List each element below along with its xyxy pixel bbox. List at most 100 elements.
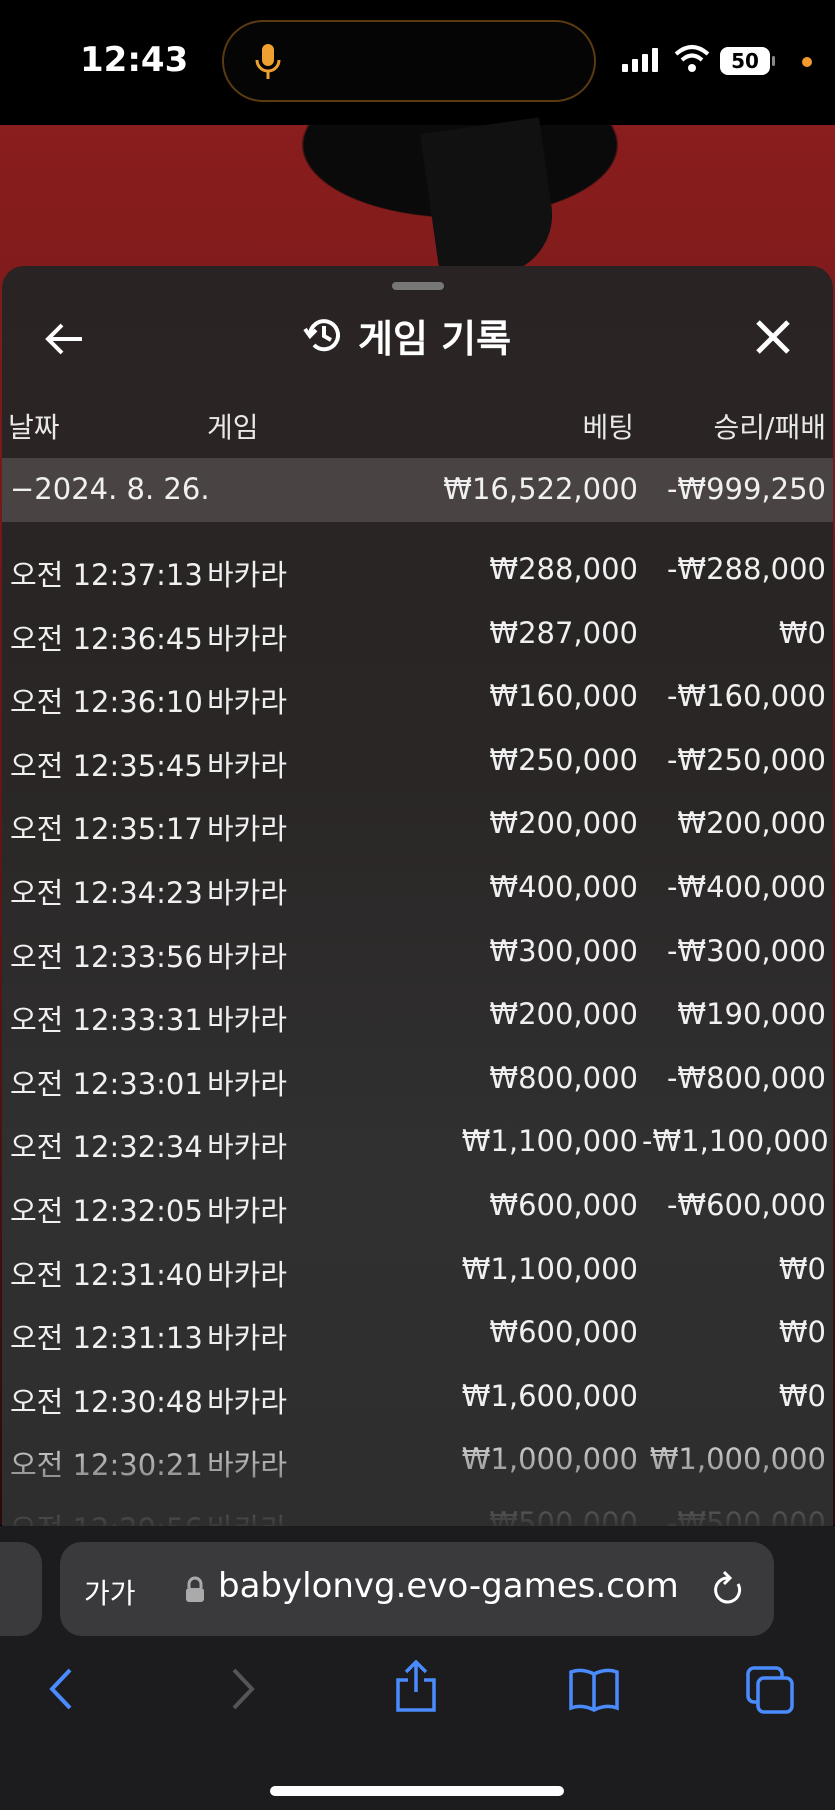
history-row-result: ₩0: [778, 1378, 826, 1413]
history-icon: [303, 319, 340, 352]
reload-icon[interactable]: [710, 1570, 746, 1608]
chevron-left-icon[interactable]: [46, 1666, 76, 1712]
history-row-result: -₩600,000: [666, 1188, 826, 1222]
history-row-game: 바카라: [207, 1066, 288, 1101]
history-row-bet: ₩1,100,000: [461, 1251, 638, 1286]
history-row-time: 오전 12:33:01: [10, 1066, 203, 1101]
history-row-game: 바카라: [207, 876, 288, 910]
history-row-game: 바카라: [207, 621, 288, 656]
battery-level: 50: [720, 47, 770, 75]
drag-handle[interactable]: [392, 282, 444, 290]
sheet-title: 게임 기록: [302, 310, 512, 361]
history-row-game: 바카라: [207, 685, 288, 720]
scroll-fade: [2, 1426, 833, 1526]
history-row-time: 오전 12:31:13: [10, 1321, 203, 1356]
history-row-time: 오전 12:32:05: [10, 1194, 203, 1228]
lock-icon: [186, 1576, 204, 1602]
wifi-icon: [674, 45, 710, 72]
tabs-icon[interactable]: [746, 1666, 796, 1714]
history-row[interactable]: 오전 12:30:48 바카라 ₩1,600,000 ₩0: [2, 1371, 833, 1431]
history-row-time: 오전 12:37:13: [10, 558, 203, 592]
history-row-result: -₩400,000: [666, 870, 826, 904]
history-row-bet: ₩250,000: [489, 742, 638, 777]
history-row-bet: ₩160,000: [489, 679, 638, 714]
history-row[interactable]: 오전 12:33:56 바카라 ₩300,000 -₩300,000: [2, 926, 833, 986]
history-row-bet: ₩288,000: [489, 552, 638, 586]
date-group-result-total: -₩999,250: [666, 472, 826, 506]
history-row-bet: ₩200,000: [489, 997, 638, 1032]
history-row[interactable]: 오전 12:37:13 바카라 ₩288,000 -₩288,000: [2, 544, 833, 604]
history-row[interactable]: 오전 12:31:40 바카라 ₩1,100,000 ₩0: [2, 1244, 833, 1304]
close-icon[interactable]: [750, 314, 796, 360]
column-header-date[interactable]: 날짜: [8, 406, 60, 446]
history-row-result: -₩250,000: [666, 742, 826, 777]
arrow-left-icon[interactable]: [42, 316, 88, 362]
history-row-time: 오전 12:36:45: [10, 621, 203, 656]
history-row-result: -₩160,000: [666, 679, 826, 714]
history-row-result: -₩1,100,000: [642, 1124, 829, 1159]
history-row-result: ₩190,000: [677, 997, 826, 1032]
chevron-right-icon[interactable]: [228, 1666, 258, 1712]
history-row-time: 오전 12:35:45: [10, 748, 203, 783]
history-row[interactable]: 오전 12:36:10 바카라 ₩160,000 -₩160,000: [2, 671, 833, 731]
history-row[interactable]: 오전 12:32:05 바카라 ₩600,000 -₩600,000: [2, 1180, 833, 1240]
history-row-result: ₩200,000: [677, 806, 826, 841]
history-row-result: -₩800,000: [666, 1060, 826, 1095]
column-header-result[interactable]: 승리/패배: [642, 406, 826, 446]
history-row-result: -₩300,000: [666, 933, 826, 968]
history-row-time: 오전 12:35:17: [10, 812, 203, 847]
previous-tab-pill[interactable]: [0, 1542, 42, 1636]
book-icon[interactable]: [568, 1666, 620, 1712]
history-row-bet: ₩600,000: [489, 1315, 638, 1350]
history-row-time: 오전 12:34:23: [10, 876, 203, 910]
page-settings-button[interactable]: 가가: [84, 1572, 136, 1612]
history-row[interactable]: 오전 12:32:34 바카라 ₩1,100,000 -₩1,100,000: [2, 1116, 833, 1176]
history-row-game: 바카라: [207, 939, 288, 974]
history-row[interactable]: 오전 12:35:45 바카라 ₩250,000 -₩250,000: [2, 735, 833, 795]
column-header-game[interactable]: 게임: [207, 406, 259, 446]
home-indicator[interactable]: [270, 1786, 564, 1796]
history-row-time: 오전 12:32:34: [10, 1130, 203, 1165]
history-row-time: 오전 12:33:31: [10, 1003, 203, 1038]
date-group-label: −2024. 8. 26.: [10, 472, 210, 506]
history-row[interactable]: 오전 12:35:17 바카라 ₩200,000 ₩200,000: [2, 798, 833, 858]
history-row-game: 바카라: [207, 1321, 288, 1356]
history-row-bet: ₩300,000: [489, 933, 638, 968]
history-row-game: 바카라: [207, 1257, 288, 1292]
date-group-row[interactable]: −2024. 8. 26. ₩16,522,000 -₩999,250: [2, 458, 833, 522]
clock: 12:43: [80, 40, 189, 80]
browser-toolbar: 가가 babylonvg.evo-games.com: [0, 1526, 835, 1810]
share-icon[interactable]: [394, 1660, 438, 1712]
history-row[interactable]: 오전 12:33:31 바카라 ₩200,000 ₩190,000: [2, 989, 833, 1049]
history-row[interactable]: 오전 12:33:01 바카라 ₩800,000 -₩800,000: [2, 1053, 833, 1113]
history-row-game: 바카라: [207, 748, 288, 783]
history-row-result: ₩0: [778, 1251, 826, 1286]
history-row[interactable]: 오전 12:31:13 바카라 ₩600,000 ₩0: [2, 1307, 833, 1367]
address-bar[interactable]: 가가 babylonvg.evo-games.com: [60, 1542, 774, 1636]
game-history-sheet: 게임 기록 날짜 게임 베팅 승리/패배 −2024. 8. 26. ₩16,5…: [2, 266, 833, 1526]
history-row-result: -₩288,000: [666, 552, 826, 586]
dynamic-island: [222, 20, 596, 102]
history-row-time: 오전 12:36:10: [10, 685, 203, 720]
history-row-bet: ₩800,000: [489, 1060, 638, 1095]
history-row-game: 바카라: [207, 1384, 288, 1419]
history-row-bet: ₩1,600,000: [461, 1378, 638, 1413]
history-row-time: 오전 12:30:48: [10, 1384, 203, 1419]
history-row-game: 바카라: [207, 812, 288, 847]
status-bar: 12:43 50: [0, 0, 835, 125]
history-row-game: 바카라: [207, 1003, 288, 1038]
history-row-result: ₩0: [778, 615, 826, 650]
microphone-icon: [255, 44, 281, 79]
history-row[interactable]: 오전 12:36:45 바카라 ₩287,000 ₩0: [2, 608, 833, 668]
history-row-bet: ₩287,000: [489, 615, 638, 650]
history-row[interactable]: 오전 12:34:23 바카라 ₩400,000 -₩400,000: [2, 862, 833, 922]
history-row-time: 오전 12:31:40: [10, 1257, 203, 1292]
url-text[interactable]: babylonvg.evo-games.com: [218, 1566, 679, 1606]
history-row-bet: ₩400,000: [489, 870, 638, 904]
column-header-bet[interactable]: 베팅: [482, 406, 634, 446]
date-group-bet-total: ₩16,522,000: [443, 472, 638, 506]
title-text: 게임 기록: [358, 316, 512, 361]
history-row-result: ₩0: [778, 1315, 826, 1350]
privacy-dot: [802, 57, 812, 67]
history-row-game: 바카라: [207, 558, 288, 592]
